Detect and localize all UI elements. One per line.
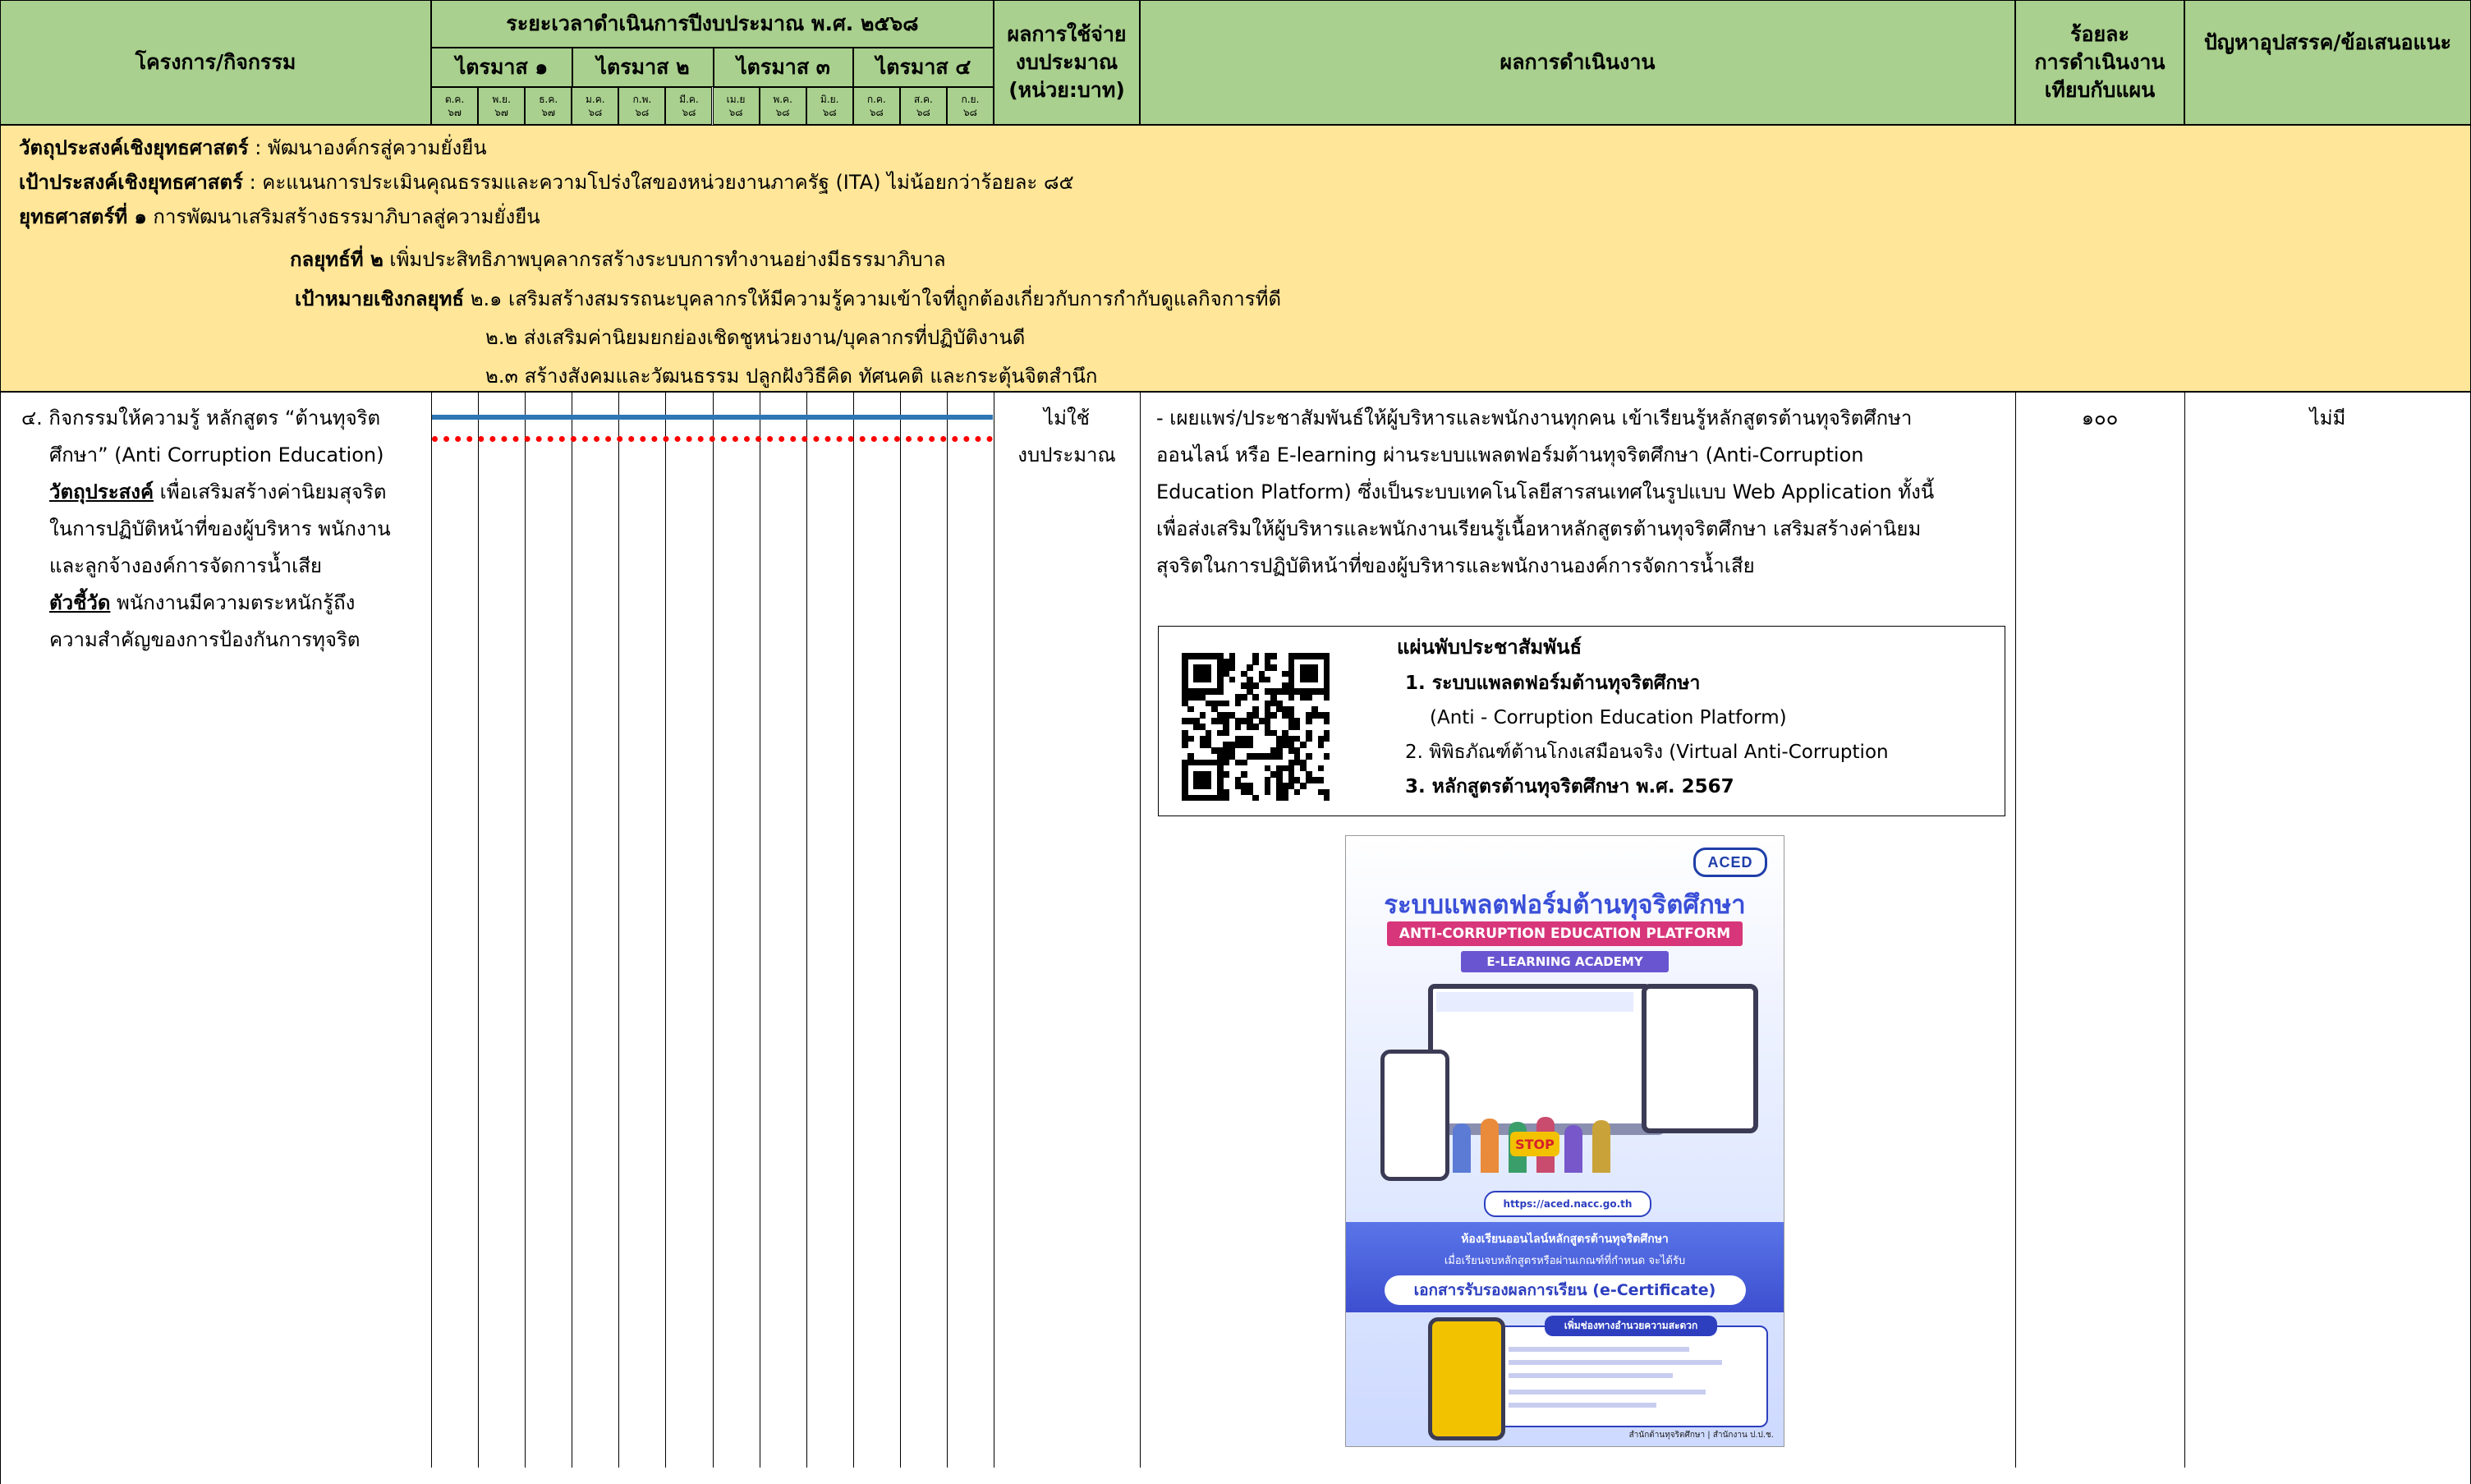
poster-stop-sign: STOP (1510, 1132, 1559, 1156)
poster-footer: สำนักต้านทุจริตศึกษา | สำนักงาน ป.ป.ช. (1628, 1431, 1774, 1440)
header-month-11: ส.ค. ๖๘ (899, 87, 947, 125)
header-quarter-4: ไตรมาส ๔ (853, 48, 994, 87)
month-year: ๖๘ (963, 107, 977, 118)
strategy-band: วัตถุประสงค์เชิงยุทธศาสตร์ : พัฒนาองค์กร… (0, 125, 2471, 392)
header-budget: ผลการใช้จ่าย งบประมาณ (หน่วย:บาท) (994, 0, 1140, 125)
result-line: Education Platform) ซึ่งเป็นระบบเทคโนโลย… (1156, 480, 1935, 503)
month-divider (899, 392, 901, 1468)
activity-percent: ๑๐๐ (2081, 407, 2119, 430)
strategy-tactic: กลยุทธ์ที่ ๒ เพิ่มประสิทธิภาพบุคลากรสร้า… (290, 248, 946, 271)
header-result: ผลการดำเนินงาน (1140, 0, 2015, 125)
strategy-goal-2: ๒.๒ ส่งเสริมค่านิยมยกย่องเชิดชูหน่วยงาน/… (485, 326, 1026, 349)
strategy-goal-1: เป้าหมายเชิงกลยุทธ์ ๒.๑ เสริมสร้างสมรรถน… (295, 287, 1282, 310)
aced-logo: ACED (1693, 848, 1767, 877)
header-month-10: ก.ค. ๖๘ (852, 87, 900, 125)
month-year: ๖๘ (775, 107, 790, 118)
header-quarter-3: ไตรมาส ๓ (714, 48, 853, 87)
month-label: ธ.ค. (539, 94, 558, 105)
timeline-actual-bar (432, 436, 993, 442)
month-label: ก.ย. (961, 94, 980, 105)
month-year: ๖๗ (541, 107, 556, 118)
strategy-objective: วัตถุประสงค์เชิงยุทธศาสตร์ : พัฒนาองค์กร… (19, 136, 487, 159)
activity-issue: ไม่มี (2309, 407, 2346, 430)
month-divider (946, 392, 948, 1468)
poster-title-en: ANTI-CORRUPTION EDUCATION PLATFORM (1387, 921, 1743, 946)
month-divider (665, 392, 667, 1468)
activity-budget: ไม่ใช้ งบประมาณ (1017, 407, 1116, 466)
month-year: ๖๗ (494, 107, 508, 118)
month-year: ๖๗ (448, 107, 462, 118)
header-month-4: ม.ค. ๖๘ (572, 87, 619, 125)
header-month-2: พ.ย. ๖๗ (478, 87, 526, 125)
month-year: ๖๘ (728, 107, 743, 118)
month-divider (618, 392, 620, 1468)
poster-subtitle: E-LEARNING ACADEMY (1461, 951, 1669, 972)
month-year: ๖๘ (588, 107, 603, 118)
poster-url[interactable]: https://aced.nacc.go.th (1484, 1191, 1651, 1217)
header-month-9: มิ.ย. ๖๘ (806, 87, 853, 125)
header-month-8: พ.ค. ๖๘ (759, 87, 806, 125)
month-label: ต.ค. (444, 94, 465, 105)
leaflet-title: แผ่นพับประชาสัมพันธ์ (1397, 636, 1582, 659)
header-project: โครงการ/กิจกรรม (0, 0, 431, 125)
result-line: ออนไลน์ หรือ E-learning ผ่านระบบแพลตฟอร์… (1156, 443, 1864, 466)
result-line: - เผยแพร่/ประชาสัมพันธ์ให้ผู้บริหารและพน… (1156, 407, 1913, 430)
month-label: มิ.ย. (820, 94, 839, 105)
month-label: ม.ค. (586, 94, 605, 105)
activity-description: ๔. กิจกรรมให้ความรู้ หลักสูตร “ต้านทุจริ… (21, 407, 391, 651)
month-label: พ.ค. (773, 94, 792, 105)
leaflet-item-3: 3. หลักสูตรต้านทุจริตศึกษา พ.ศ. 2567 (1405, 776, 1734, 797)
leaflet-box: แผ่นพับประชาสัมพันธ์ 1. ระบบแพลตฟอร์มต้า… (1158, 626, 2005, 816)
leaflet-item-2: 2. พิพิธภัณฑ์ต้านโกงเสมือนจริง (Virtual … (1405, 742, 1889, 763)
month-label: มี.ค. (679, 94, 699, 105)
leaflet-item-1b: (Anti - Corruption Education Platform) (1430, 707, 1787, 728)
strategy-goal-3: ๒.๓ สร้างสังคมและวัฒนธรรม ปลูกฝังวิธีคิด… (485, 365, 1098, 388)
month-divider (852, 392, 854, 1468)
header-month-5: ก.พ. ๖๘ (618, 87, 666, 125)
poster-phone-illustration (1380, 1050, 1449, 1181)
header-percent: ร้อยละ การดำเนินงาน เทียบกับแผน (2015, 0, 2184, 125)
month-year: ๖๘ (869, 107, 884, 118)
month-label: เม.ย (726, 94, 746, 105)
poster-title-th: ระบบแพลตฟอร์มต้านทุจริตศึกษา (1384, 890, 1746, 920)
header-month-1: ต.ค. ๖๗ (431, 87, 479, 125)
month-year: ๖๘ (822, 107, 837, 118)
result-line: เพื่อส่งเสริมให้ผู้บริหารและพนักงานเรียน… (1156, 517, 1922, 540)
strategy-target: เป้าประสงค์เชิงยุทธศาสตร์ : คะแนนการประเ… (19, 171, 1074, 194)
poster-tablet-illustration (1642, 984, 1758, 1133)
header-month-3: ธ.ค. ๖๗ (525, 87, 572, 125)
month-year: ๖๘ (682, 107, 696, 118)
month-year: ๖๘ (916, 107, 930, 118)
poster-course-band: ห้องเรียนออนไลน์หลักสูตรต้านทุจริตศึกษา … (1346, 1222, 1784, 1312)
timeline-plan-bar (432, 415, 993, 420)
leaflet-item-1: 1. ระบบแพลตฟอร์มต้านทุจริตศึกษา (1405, 673, 1701, 694)
qr-code-icon[interactable] (1182, 653, 1330, 802)
month-year: ๖๘ (635, 107, 650, 118)
month-label: พ.ย. (492, 94, 511, 105)
header-timeline-title: ระยะเวลาดำเนินการปีงบประมาณ พ.ศ. ๒๕๖๘ (431, 0, 994, 48)
strategy-strategy: ยุทธศาสตร์ที่ ๑ การพัฒนาเสริมสร้างธรรมาภ… (19, 205, 540, 228)
header-month-7: เม.ย๖๘ (712, 87, 760, 125)
header-issue: ปัญหาอุปสรรค/ข้อเสนอแนะ (2184, 0, 2471, 125)
month-label: ก.พ. (632, 94, 652, 105)
header-month-12: ก.ย. ๖๘ (946, 87, 994, 125)
header-quarter-1: ไตรมาส ๑ (431, 48, 572, 87)
poster-channel-card: เพิ่มช่องทางอำนวยความสะดวก (1494, 1316, 1768, 1427)
header-month-6: มี.ค. ๖๘ (665, 87, 713, 125)
month-label: ส.ค. (913, 94, 933, 105)
result-line: สุจริตในการปฏิบัติหน้าที่ของผู้บริหารและ… (1156, 554, 1755, 577)
poster-phone-qr (1428, 1317, 1505, 1440)
header-quarter-2: ไตรมาส ๒ (572, 48, 714, 87)
header-project-label: โครงการ/กิจกรรม (135, 50, 296, 74)
month-divider (712, 392, 714, 1468)
month-label: ก.ค. (866, 94, 886, 105)
activity-result: - เผยแพร่/ประชาสัมพันธ์ให้ผู้บริหารและพน… (1156, 400, 2007, 585)
month-divider (478, 392, 480, 1468)
aced-poster-image: ACED ระบบแพลตฟอร์มต้านทุจริตศึกษา ANTI-C… (1345, 835, 1784, 1447)
month-divider (806, 392, 807, 1468)
month-divider (525, 392, 526, 1468)
